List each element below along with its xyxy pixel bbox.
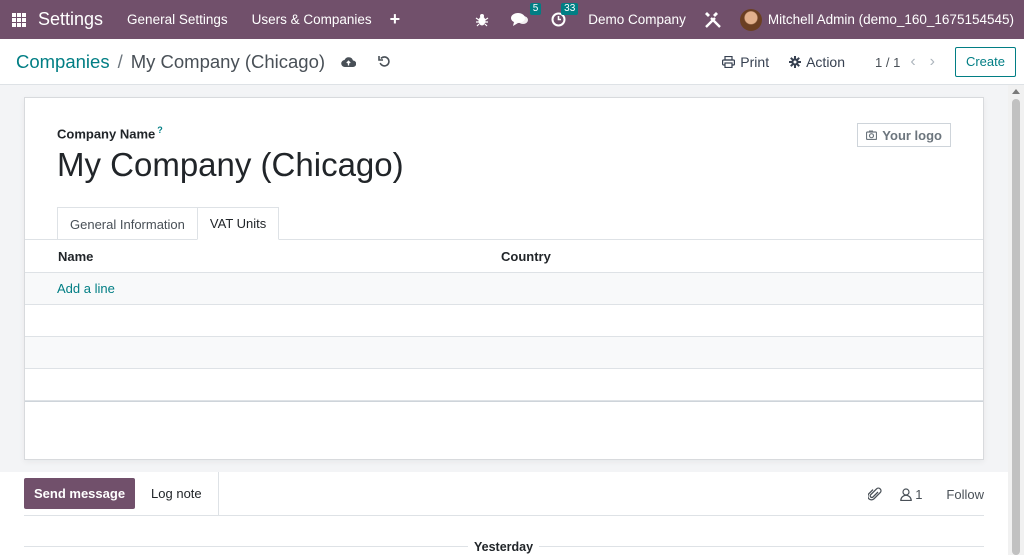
add-line-link[interactable]: Add a line (25, 281, 115, 296)
scrollbar[interactable] (1008, 85, 1024, 555)
menu-users-companies[interactable]: Users & Companies (252, 12, 372, 27)
discard-undo-icon[interactable] (378, 55, 391, 68)
logo-label: Your logo (882, 127, 942, 143)
activities-clock-icon[interactable]: 33 (551, 3, 579, 27)
print-label: Print (740, 54, 770, 70)
vat-units-table: Name Country Add a line (25, 240, 983, 402)
table-header: Name Country (25, 240, 983, 273)
table-row (25, 305, 983, 337)
messages-badge: 5 (529, 3, 542, 15)
send-message-button[interactable]: Send message (24, 478, 136, 509)
top-navbar: Settings General Settings Users & Compan… (0, 0, 1024, 39)
pager-value[interactable]: 1 / 1 (875, 55, 900, 70)
form-sheet: Company Name? My Company (Chicago) Your … (24, 97, 984, 460)
gear-icon (789, 56, 802, 68)
user-avatar[interactable] (739, 8, 762, 31)
attachment-paperclip-icon[interactable] (868, 487, 882, 502)
follow-button[interactable]: Follow (946, 487, 984, 502)
company-switcher[interactable]: Demo Company (588, 12, 686, 27)
column-header-country[interactable]: Country (501, 249, 551, 264)
action-label: Action (806, 54, 846, 70)
app-name[interactable]: Settings (38, 9, 103, 30)
scroll-up-arrow-icon[interactable] (1012, 89, 1020, 94)
day-separator-label: Yesterday (468, 540, 540, 554)
log-note-button[interactable]: Log note (151, 471, 219, 516)
menu-general-settings[interactable]: General Settings (127, 12, 228, 27)
table-row (25, 369, 983, 401)
messages-icon[interactable]: 5 (511, 3, 542, 27)
chevron-left-icon[interactable]: ‹ (910, 53, 915, 71)
logo-upload-button[interactable]: Your logo (857, 123, 951, 147)
column-header-name[interactable]: Name (25, 249, 501, 264)
user-icon (900, 487, 912, 501)
breadcrumb-companies[interactable]: Companies (16, 51, 110, 73)
breadcrumb-separator: / (117, 50, 123, 72)
camera-icon (866, 130, 878, 140)
plus-menu-icon[interactable]: + (390, 9, 401, 30)
action-button[interactable]: Action (789, 54, 845, 70)
scroll-thumb[interactable] (1012, 99, 1020, 555)
tab-general-information[interactable]: General Information (57, 207, 198, 240)
table-footer-line (25, 401, 983, 402)
breadcrumb: Companies / My Company (Chicago) (16, 51, 325, 73)
followers-count: 1 (915, 486, 923, 502)
tab-vat-units[interactable]: VAT Units (196, 207, 280, 240)
help-tooltip-icon[interactable]: ? (157, 125, 163, 135)
activities-badge: 33 (561, 3, 579, 15)
chatter-topbar: Send message Log note 1 Follow (24, 471, 984, 516)
chatter: Send message Log note 1 Follow Yesterday (0, 471, 1008, 555)
breadcrumb-current: My Company (Chicago) (130, 50, 326, 72)
user-menu[interactable]: Mitchell Admin (demo_160_1675154545) (768, 12, 1014, 27)
debug-bug-icon[interactable] (475, 13, 489, 27)
apps-menu-icon[interactable] (12, 12, 26, 27)
tools-icon[interactable] (704, 11, 722, 29)
company-name-label: Company Name? (57, 125, 163, 142)
company-name-field[interactable]: My Company (Chicago) (57, 146, 404, 184)
form-view: Company Name? My Company (Chicago) Your … (0, 85, 1008, 472)
control-panel: Companies / My Company (Chicago) Print A… (0, 39, 1024, 85)
notebook-tabs: General Information VAT Units (57, 207, 280, 240)
table-row (25, 337, 983, 369)
create-button[interactable]: Create (954, 47, 1016, 77)
save-cloud-icon[interactable] (341, 56, 357, 68)
print-button[interactable]: Print (722, 54, 769, 70)
table-row: Add a line (25, 273, 983, 305)
print-icon (722, 56, 736, 68)
chevron-right-icon[interactable]: › (930, 53, 935, 71)
followers-button[interactable]: 1 (900, 487, 922, 502)
